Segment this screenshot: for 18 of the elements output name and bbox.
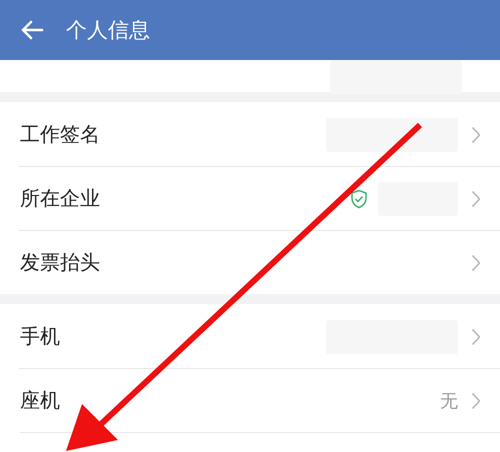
chevron-right-icon <box>472 190 480 206</box>
settings-row[interactable]: 工作签名 <box>0 102 500 166</box>
row-label: 所在企业 <box>20 185 100 212</box>
row-value: 无 <box>440 390 458 412</box>
row-label: 座机 <box>20 387 60 414</box>
page-title: 个人信息 <box>66 17 150 44</box>
chevron-right-icon <box>472 254 480 270</box>
chevron-right-icon <box>472 126 480 142</box>
row-label: 手机 <box>20 323 60 350</box>
settings-row[interactable]: 手机 <box>0 304 500 368</box>
back-arrow-icon[interactable] <box>20 20 44 40</box>
settings-row[interactable]: 座机 无 <box>0 368 500 432</box>
row-label: 工作签名 <box>20 121 100 148</box>
settings-row[interactable]: 所在企业 <box>0 166 500 230</box>
row-label: 发票抬头 <box>20 249 100 276</box>
chevron-right-icon <box>472 392 480 408</box>
chevron-right-icon <box>472 328 480 344</box>
settings-row[interactable]: 发票抬头 <box>0 230 500 294</box>
